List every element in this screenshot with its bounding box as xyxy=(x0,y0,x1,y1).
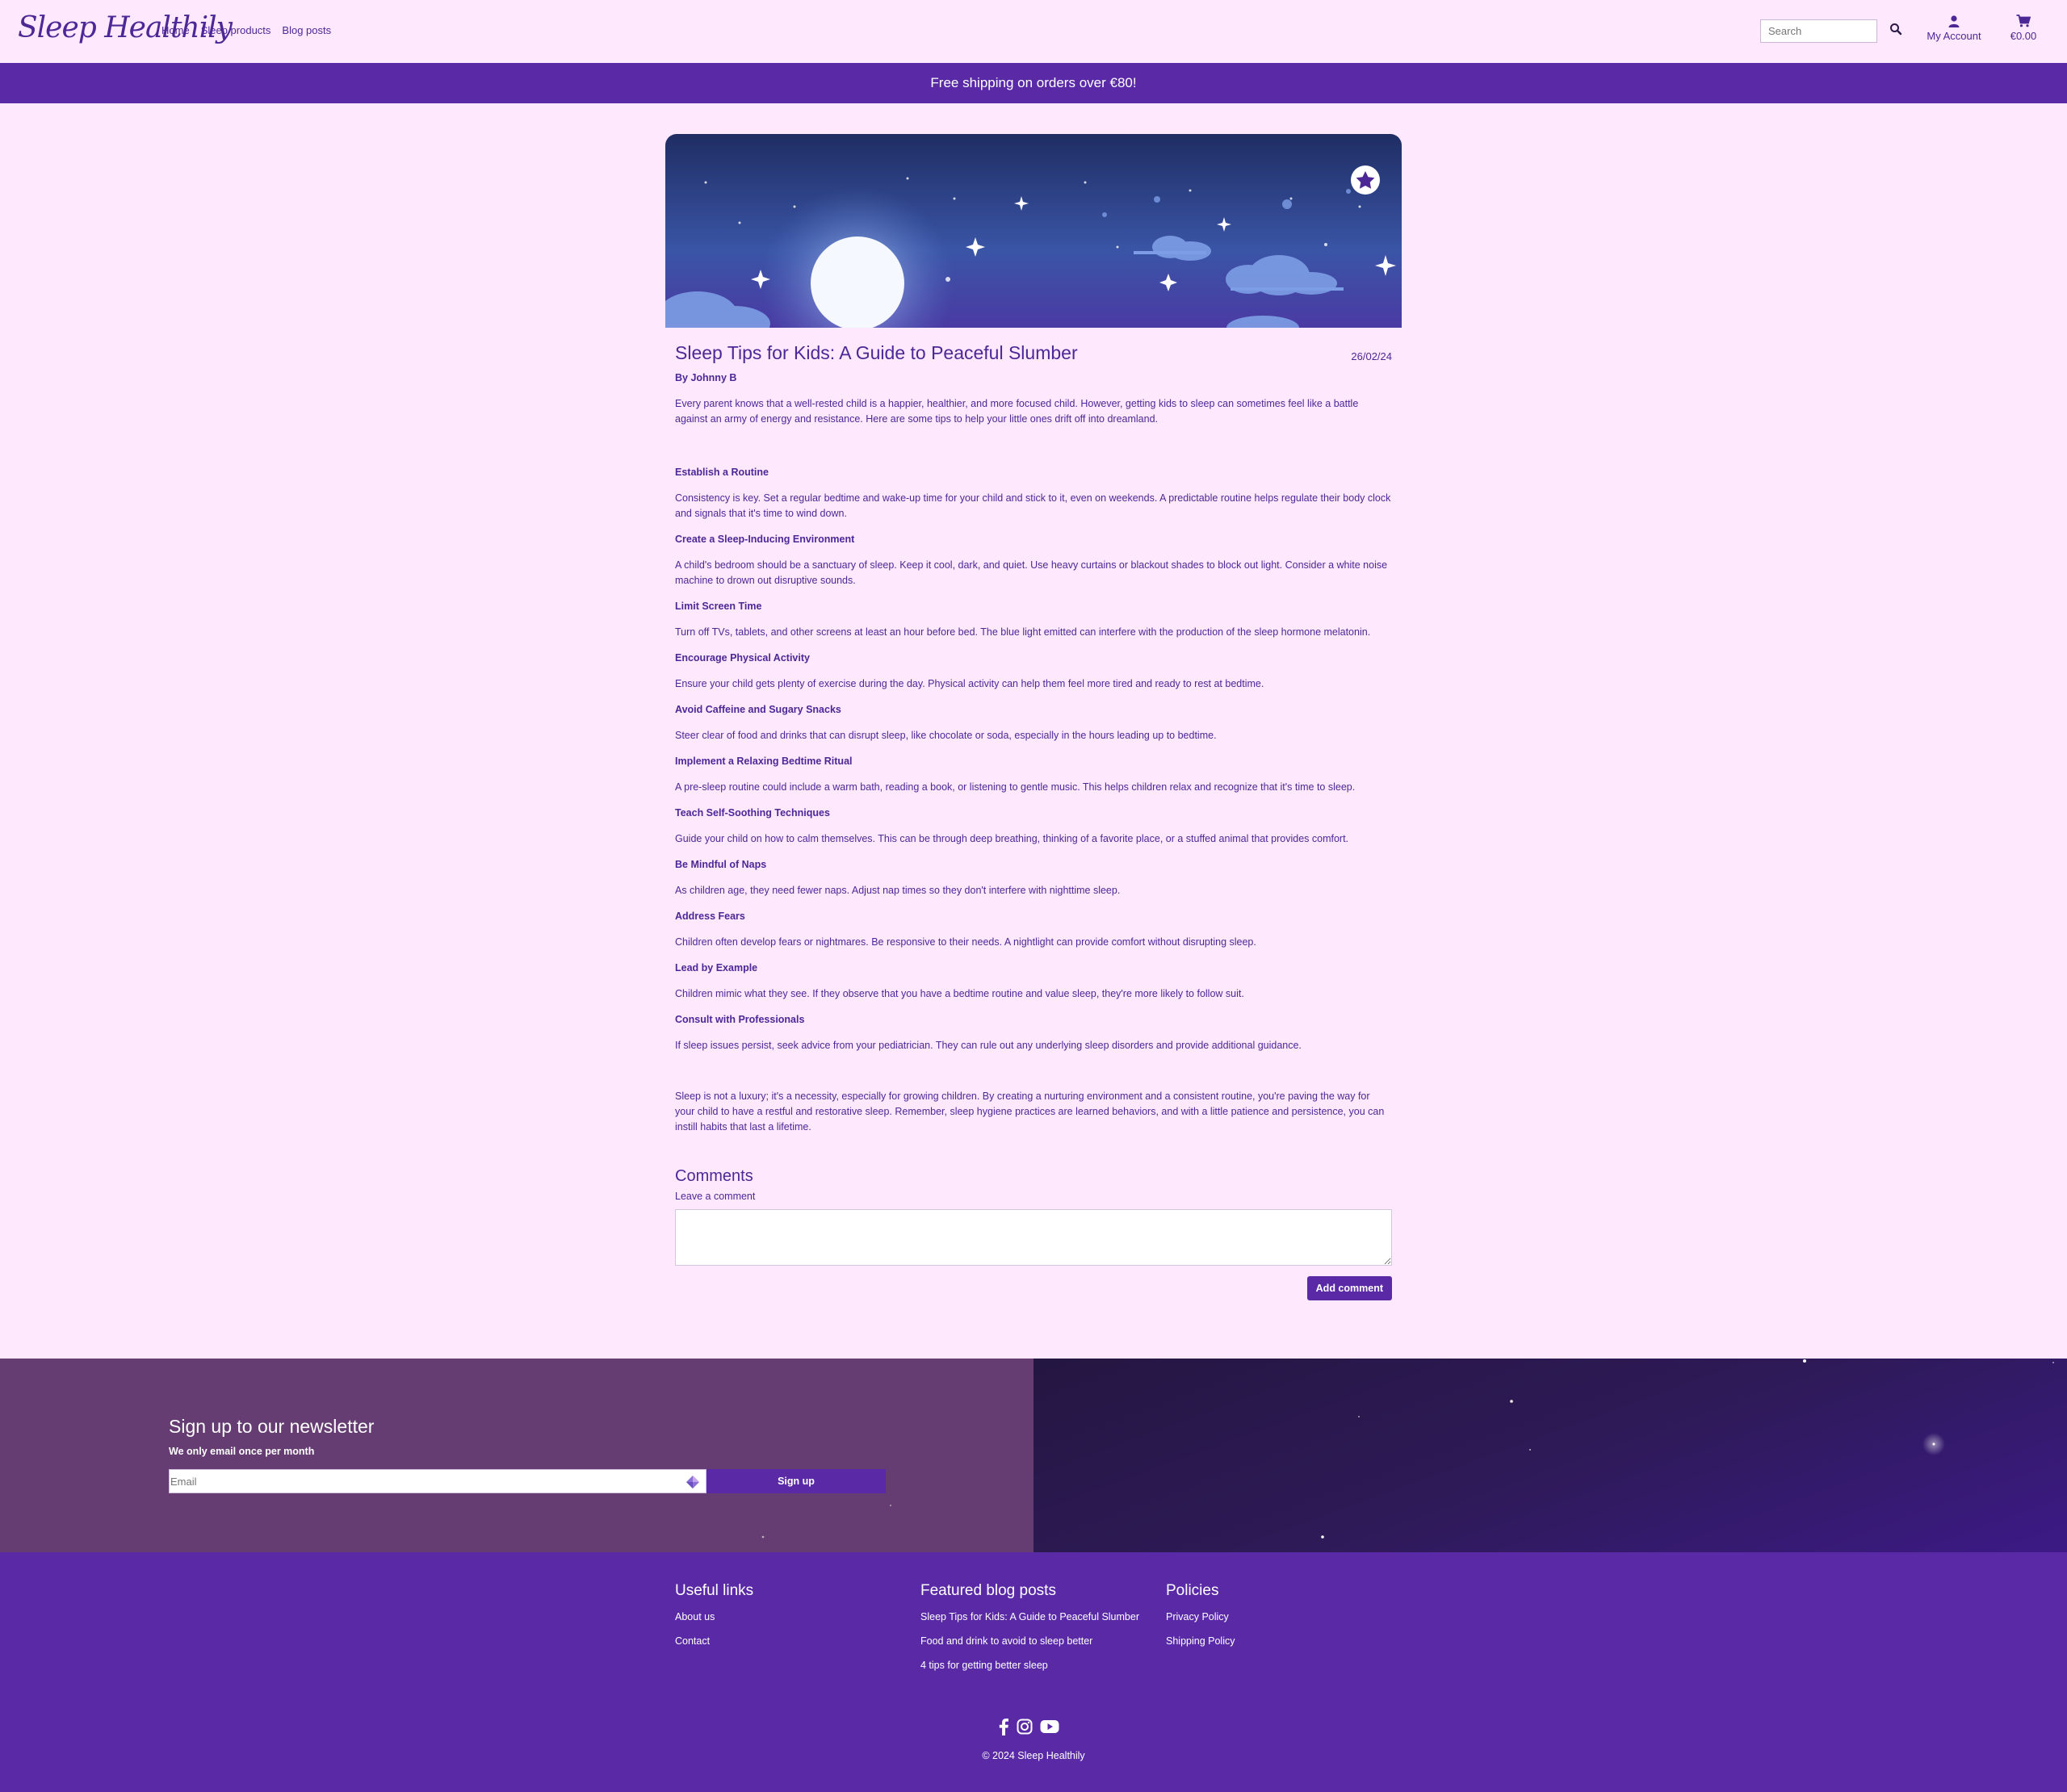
footer-heading: Policies xyxy=(1166,1582,1219,1599)
article-body: Sleep Tips for Kids: A Guide to Peaceful… xyxy=(675,342,1392,1300)
instagram-icon[interactable] xyxy=(1017,1719,1033,1735)
youtube-icon[interactable] xyxy=(1040,1719,1059,1734)
section-text: Children mimic what they see. If they ob… xyxy=(675,988,1244,999)
footer-link-post-1[interactable]: Sleep Tips for Kids: A Guide to Peaceful… xyxy=(920,1611,1139,1622)
newsletter-subtitle: We only email once per month xyxy=(169,1446,315,1457)
cart-link[interactable]: €0.00 xyxy=(2002,15,2044,42)
article-intro: Every parent knows that a well-rested ch… xyxy=(675,398,1359,425)
section-heading: Be Mindful of Naps xyxy=(675,859,767,870)
cart-total: €0.00 xyxy=(2010,30,2037,42)
section-heading: Limit Screen Time xyxy=(675,601,762,612)
newsletter-signup-button[interactable]: Sign up xyxy=(706,1469,886,1493)
nav-sleep-products[interactable]: Sleep products xyxy=(201,24,271,36)
site-footer: Useful links About us Contact Featured b… xyxy=(0,1552,2067,1792)
favorite-star-icon[interactable] xyxy=(1351,165,1380,195)
section-heading: Create a Sleep-Inducing Environment xyxy=(675,534,855,545)
footer-useful-links: Useful links About us Contact xyxy=(675,1582,753,1660)
article-title: Sleep Tips for Kids: A Guide to Peaceful… xyxy=(675,342,1078,363)
facebook-icon[interactable] xyxy=(998,1718,1009,1735)
footer-link-about[interactable]: About us xyxy=(675,1611,753,1622)
footer-heading: Featured blog posts xyxy=(920,1582,1056,1599)
section-heading: Address Fears xyxy=(675,911,745,922)
add-comment-button[interactable]: Add comment xyxy=(1306,1276,1392,1300)
section-heading: Encourage Physical Activity xyxy=(675,652,810,664)
section-text: Consistency is key. Set a regular bedtim… xyxy=(675,492,1391,519)
user-icon xyxy=(1948,15,1960,27)
my-account-link[interactable]: My Account xyxy=(1922,15,1986,42)
site-header: Sleep Healthily Home Sleep products Blog… xyxy=(0,0,2067,63)
social-links xyxy=(998,1718,1059,1735)
footer-link-post-2[interactable]: Food and drink to avoid to sleep better xyxy=(920,1635,1139,1647)
my-account-label: My Account xyxy=(1927,30,1981,42)
footer-link-post-3[interactable]: 4 tips for getting better sleep xyxy=(920,1660,1139,1671)
section-text: A pre-sleep routine could include a warm… xyxy=(675,781,1356,793)
newsletter-section: Sign up to our newsletter We only email … xyxy=(0,1359,1034,1552)
search-icon[interactable] xyxy=(1889,23,1904,37)
cart-icon xyxy=(2016,15,2031,27)
footer-link-shipping[interactable]: Shipping Policy xyxy=(1166,1635,1235,1647)
article-sections: Establish a Routine Consistency is key. … xyxy=(675,465,1392,1053)
section-text: As children age, they need fewer naps. A… xyxy=(675,885,1121,896)
section-text: Steer clear of food and drinks that can … xyxy=(675,730,1217,741)
newsletter-title: Sign up to our newsletter xyxy=(169,1416,375,1437)
section-text: Guide your child on how to calm themselv… xyxy=(675,833,1349,844)
footer-heading: Useful links xyxy=(675,1582,754,1599)
newsletter-decoration xyxy=(761,1505,891,1539)
article-date: 26/02/24 xyxy=(1351,350,1392,362)
section-heading: Consult with Professionals xyxy=(675,1014,805,1025)
autofill-icon[interactable] xyxy=(686,1475,700,1493)
main-nav: Home Sleep products Blog posts xyxy=(161,24,331,36)
footer-link-contact[interactable]: Contact xyxy=(675,1635,753,1647)
comment-textarea[interactable] xyxy=(675,1209,1392,1266)
section-heading: Avoid Caffeine and Sugary Snacks xyxy=(675,704,841,715)
copyright: © 2024 Sleep Healthily xyxy=(982,1750,1085,1761)
section-heading: Lead by Example xyxy=(675,962,758,973)
newsletter-night-sky-image xyxy=(1034,1359,2067,1552)
section-text: If sleep issues persist, seek advice fro… xyxy=(675,1040,1302,1051)
section-heading: Implement a Relaxing Bedtime Ritual xyxy=(675,756,853,767)
footer-policies: Policies Privacy Policy Shipping Policy xyxy=(1166,1582,1235,1660)
footer-featured-posts: Featured blog posts Sleep Tips for Kids:… xyxy=(920,1582,1139,1684)
nav-home[interactable]: Home xyxy=(161,24,190,36)
nav-blog-posts[interactable]: Blog posts xyxy=(282,24,331,36)
section-text: Turn off TVs, tablets, and other screens… xyxy=(675,626,1371,638)
comment-label: Leave a comment xyxy=(675,1191,756,1202)
article-conclusion: Sleep is not a luxury; it's a necessity,… xyxy=(675,1091,1385,1133)
article-hero-image xyxy=(665,134,1402,328)
section-heading: Teach Self-Soothing Techniques xyxy=(675,807,830,819)
search-input[interactable] xyxy=(1760,19,1877,43)
section-text: A child's bedroom should be a sanctuary … xyxy=(675,559,1388,586)
article-author: By Johnny B xyxy=(675,372,737,383)
section-text: Ensure your child gets plenty of exercis… xyxy=(675,678,1264,689)
footer-link-privacy[interactable]: Privacy Policy xyxy=(1166,1611,1235,1622)
promo-banner: Free shipping on orders over €80! xyxy=(0,63,2067,103)
comments-heading: Comments xyxy=(675,1167,753,1185)
email-field[interactable] xyxy=(169,1469,706,1493)
section-text: Children often develop fears or nightmar… xyxy=(675,936,1256,948)
section-heading: Establish a Routine xyxy=(675,467,769,478)
